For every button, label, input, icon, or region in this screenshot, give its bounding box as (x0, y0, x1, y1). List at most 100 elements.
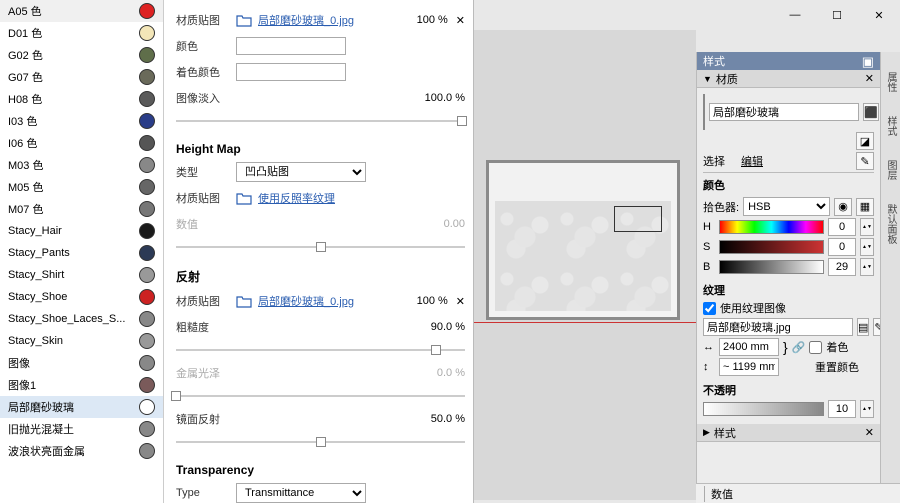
bri-input[interactable] (828, 258, 856, 276)
clear-refl-texture-button[interactable]: ✕ (456, 295, 465, 308)
clear-texture-button[interactable]: ✕ (456, 14, 465, 27)
panel-close-icon[interactable]: ✕ (865, 72, 874, 85)
material-list-item[interactable]: I06 色 (0, 132, 163, 154)
styles-panel-header[interactable]: ▶样式✕ (697, 424, 880, 442)
tray-tab[interactable]: 默认面板 (883, 204, 898, 244)
texture-width-input[interactable] (719, 338, 779, 356)
link-icon[interactable]: } (783, 339, 788, 355)
reset-color-label[interactable]: 重置颜色 (815, 359, 859, 375)
window-maximize-button[interactable]: ☐ (816, 0, 858, 30)
material-list-item[interactable]: 波浪状亮面金属 (0, 440, 163, 462)
window-minimize-button[interactable]: — (774, 0, 816, 30)
material-list-item[interactable]: M03 色 (0, 154, 163, 176)
material-list-item[interactable]: Stacy_Shirt (0, 264, 163, 286)
color-wheel-button[interactable]: ▦ (856, 198, 874, 216)
texture-file-link[interactable]: 局部磨砂玻璃_0.jpg (258, 12, 354, 28)
material-list-item[interactable]: 图像 (0, 352, 163, 374)
material-list-item[interactable]: H08 色 (0, 88, 163, 110)
texture-height-input[interactable] (719, 358, 779, 376)
material-list-item[interactable]: Stacy_Pants (0, 242, 163, 264)
hue-input[interactable] (828, 218, 856, 236)
material-list-item[interactable]: M05 色 (0, 176, 163, 198)
folder-icon[interactable] (236, 294, 252, 308)
material-list: A05 色 D01 色 G02 色 G07 色H08 色I03 色I06 色M03 色… (0, 0, 164, 503)
tray-tab[interactable]: 属性 (883, 72, 898, 92)
material-list-item[interactable]: G07 色 (0, 66, 163, 88)
refl-tex-label: 材质贴图 (176, 293, 236, 309)
metallic-pct: 0.0 % (437, 367, 465, 379)
material-list-item[interactable]: Stacy_Hair (0, 220, 163, 242)
material-swatch-icon (139, 333, 155, 349)
material-swatch-icon (139, 399, 155, 415)
bri-slider[interactable] (719, 260, 824, 274)
folder-icon[interactable] (236, 13, 252, 27)
folder-icon[interactable] (236, 191, 252, 205)
refl-tex-link[interactable]: 局部磨砂玻璃_0.jpg (258, 293, 354, 309)
tint-swatch[interactable] (236, 63, 346, 81)
tray-tab[interactable]: 图层 (883, 160, 898, 180)
picker-mode-select[interactable]: HSB (743, 197, 830, 216)
color-swatch[interactable] (236, 37, 346, 55)
panel-close-icon[interactable]: ✕ (865, 426, 874, 439)
material-list-item[interactable]: M07 色 (0, 198, 163, 220)
browse-texture-button[interactable]: ▤ (857, 318, 869, 336)
picker-label: 拾色器: (703, 199, 739, 215)
material-list-item[interactable]: 图像1 (0, 374, 163, 396)
material-list-item[interactable]: Stacy_Shoe_Laces_S... (0, 308, 163, 330)
material-list-item[interactable]: 局部磨砂玻璃 (0, 396, 163, 418)
material-list-item[interactable]: D01 色 (0, 22, 163, 44)
sat-slider[interactable] (719, 240, 824, 254)
sat-spinner[interactable]: ▲▼ (860, 238, 874, 256)
specular-slider[interactable] (176, 435, 465, 449)
heightmap-type-label: 类型 (176, 164, 236, 180)
tint-checkbox[interactable] (809, 341, 822, 354)
materials-panel-header[interactable]: ▼材质✕ (697, 70, 880, 88)
material-name: 波浪状亮面金属 (8, 443, 85, 459)
s-label: S (703, 241, 715, 253)
material-name: A05 色 (8, 3, 42, 19)
material-name: G02 色 (8, 47, 43, 63)
tray-close-icon[interactable]: ▣ (862, 55, 874, 68)
tray-title: 样式 (703, 53, 725, 69)
bri-spinner[interactable]: ▲▼ (860, 258, 874, 276)
sat-input[interactable] (828, 238, 856, 256)
lock-aspect-icon[interactable]: 🔗 (792, 341, 806, 354)
opacity-slider[interactable] (703, 402, 824, 416)
metallic-slider[interactable] (176, 389, 465, 403)
window-close-button[interactable]: ✕ (858, 0, 900, 30)
material-list-item[interactable]: Stacy_Shoe (0, 286, 163, 308)
material-list-item[interactable]: Stacy_Skin (0, 330, 163, 352)
eyedropper-button[interactable]: ◉ (834, 198, 852, 216)
texture-file-input[interactable] (703, 318, 853, 336)
heightmap-value-slider[interactable] (176, 240, 465, 254)
create-material-button[interactable]: ◪ (856, 132, 874, 150)
material-list-item[interactable]: I03 色 (0, 110, 163, 132)
material-list-item[interactable]: G02 色 (0, 44, 163, 66)
hue-slider[interactable] (719, 220, 824, 234)
material-list-item[interactable]: 旧抛光混凝土 (0, 418, 163, 440)
material-list-item[interactable]: A05 色 (0, 0, 163, 22)
opacity-spinner[interactable]: ▲▼ (860, 400, 874, 418)
fade-slider[interactable] (176, 114, 465, 128)
select-tab[interactable]: 选择 (703, 153, 725, 169)
material-thumbnail[interactable] (703, 94, 705, 130)
use-texture-checkbox[interactable] (703, 302, 716, 315)
opacity-input[interactable] (828, 400, 856, 418)
trans-type-select[interactable]: Transmittance (236, 483, 366, 503)
tray-tab[interactable]: 样式 (883, 116, 898, 136)
material-swatch-icon (139, 377, 155, 393)
viewport-3d[interactable] (474, 30, 696, 500)
maximize-icon: ☐ (832, 9, 842, 22)
tray-header[interactable]: 样式 ▣ (697, 52, 880, 70)
edit-tab[interactable]: 编辑 (741, 153, 763, 169)
heightmap-albedo-link[interactable]: 使用反照率纹理 (258, 190, 335, 206)
selection-box (614, 206, 662, 232)
material-name-input[interactable] (709, 103, 859, 121)
sample-paint-button[interactable]: ⬛ (863, 103, 879, 121)
trans-type-label: Type (176, 487, 236, 499)
hue-spinner[interactable]: ▲▼ (860, 218, 874, 236)
material-swatch-icon (139, 245, 155, 261)
roughness-slider[interactable] (176, 343, 465, 357)
heightmap-type-select[interactable]: 凹凸贴图 (236, 162, 366, 182)
edit-icon[interactable]: ✎ (856, 152, 874, 170)
